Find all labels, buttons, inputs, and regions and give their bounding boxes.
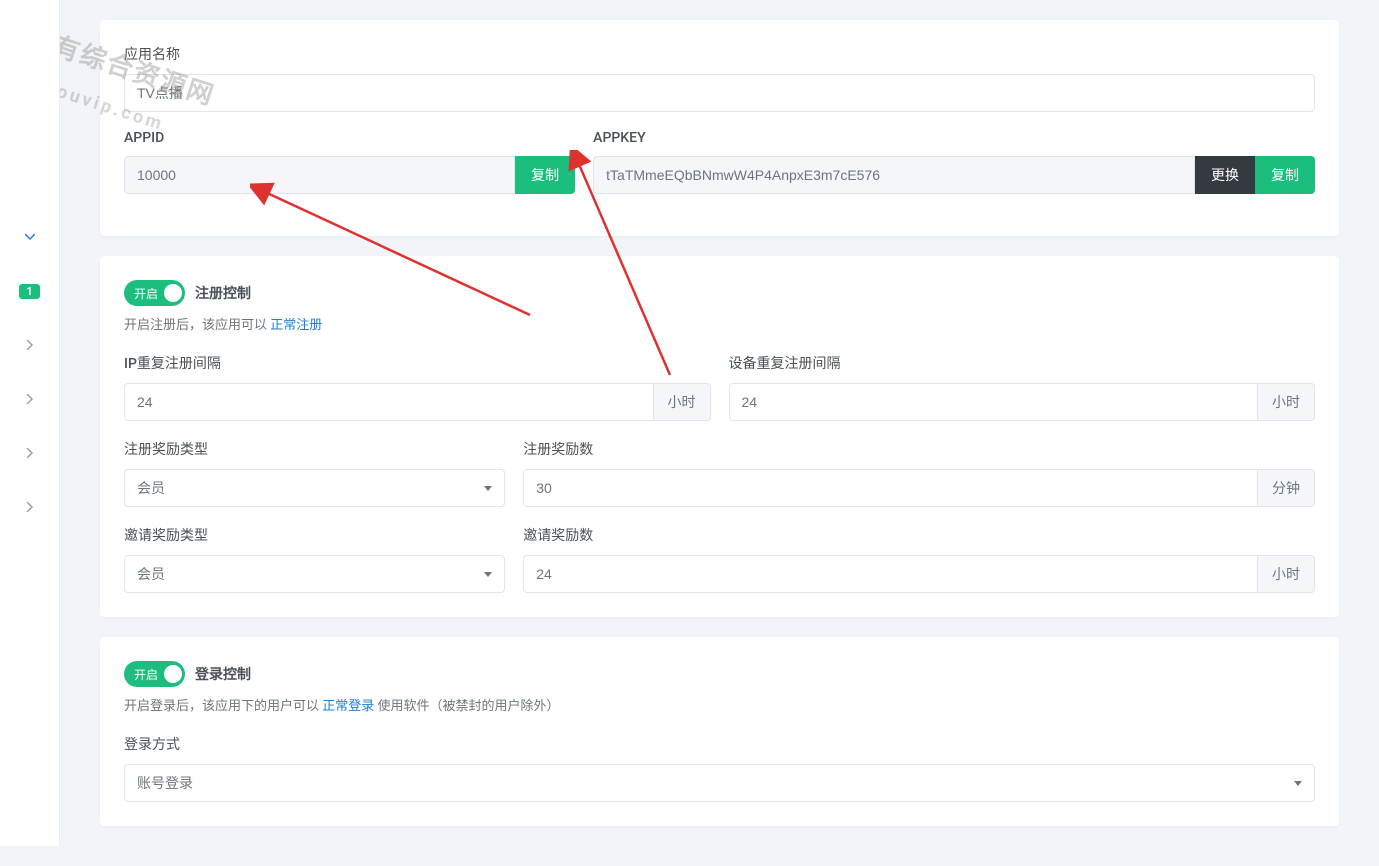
ip-interval-unit: 小时 bbox=[654, 383, 711, 421]
invite-count-label: 邀请奖励数 bbox=[523, 525, 1315, 545]
device-interval-label: 设备重复注册间隔 bbox=[729, 353, 1316, 373]
login-hint-suffix: 使用软件（被禁封的用户除外） bbox=[374, 699, 559, 714]
invite-type-label: 邀请奖励类型 bbox=[124, 525, 505, 545]
chevron-right-icon bbox=[25, 394, 35, 404]
device-interval-unit: 小时 bbox=[1258, 383, 1315, 421]
appid-label: APPID bbox=[124, 130, 575, 146]
register-toggle[interactable]: 开启 bbox=[124, 280, 185, 306]
change-appkey-button[interactable]: 更换 bbox=[1195, 156, 1255, 194]
chevron-right-icon bbox=[25, 448, 35, 458]
invite-count-input[interactable] bbox=[523, 555, 1258, 593]
toggle-on-label: 开启 bbox=[134, 666, 158, 683]
login-toggle[interactable]: 开启 bbox=[124, 661, 185, 687]
appid-input[interactable] bbox=[124, 156, 515, 194]
sidebar-item-menu3[interactable] bbox=[0, 426, 59, 480]
login-hint: 开启登录后，该应用下的用户可以 正常登录 使用软件（被禁封的用户除外） bbox=[124, 695, 1315, 714]
sidebar-item-menu1[interactable] bbox=[0, 318, 59, 372]
login-hint-prefix: 开启登录后，该应用下的用户可以 bbox=[124, 699, 322, 714]
toggle-knob bbox=[164, 284, 182, 302]
login-control-card: 开启 登录控制 开启登录后，该应用下的用户可以 正常登录 使用软件（被禁封的用户… bbox=[100, 637, 1339, 826]
login-method-select[interactable]: 账号登录 bbox=[124, 764, 1315, 802]
toggle-on-label: 开启 bbox=[134, 285, 158, 302]
notification-badge: 1 bbox=[19, 284, 39, 299]
register-hint-prefix: 开启注册后，该应用可以 bbox=[124, 318, 270, 333]
app-info-card: 应用名称 APPID 复制 APPKEY 更换 复制 bbox=[100, 20, 1339, 236]
register-control-card: 开启 注册控制 开启注册后，该应用可以 正常注册 IP重复注册间隔 小时 设备重… bbox=[100, 256, 1339, 617]
main-content: 应用名称 APPID 复制 APPKEY 更换 复制 bbox=[60, 0, 1379, 866]
copy-appid-button[interactable]: 复制 bbox=[515, 156, 575, 194]
device-interval-input[interactable] bbox=[729, 383, 1259, 421]
login-method-label: 登录方式 bbox=[124, 734, 1315, 754]
sidebar-item-expand[interactable] bbox=[0, 210, 59, 264]
copy-appkey-button[interactable]: 复制 bbox=[1255, 156, 1315, 194]
appkey-input[interactable] bbox=[593, 156, 1195, 194]
chevron-down-icon bbox=[25, 232, 35, 242]
sidebar: 1 bbox=[0, 0, 60, 846]
register-hint: 开启注册后，该应用可以 正常注册 bbox=[124, 314, 1315, 333]
reward-count-label: 注册奖励数 bbox=[523, 439, 1315, 459]
register-hint-link[interactable]: 正常注册 bbox=[270, 318, 322, 333]
sidebar-item-menu2[interactable] bbox=[0, 372, 59, 426]
toggle-knob bbox=[164, 665, 182, 683]
sidebar-item-menu4[interactable] bbox=[0, 480, 59, 534]
app-name-input[interactable] bbox=[124, 74, 1315, 112]
app-name-label: 应用名称 bbox=[124, 44, 1315, 64]
chevron-right-icon bbox=[25, 340, 35, 350]
ip-interval-input[interactable] bbox=[124, 383, 654, 421]
login-section-title: 登录控制 bbox=[195, 664, 251, 684]
reward-type-select[interactable]: 会员 bbox=[124, 469, 505, 507]
chevron-right-icon bbox=[25, 502, 35, 512]
invite-count-unit: 小时 bbox=[1258, 555, 1315, 593]
reward-count-unit: 分钟 bbox=[1258, 469, 1315, 507]
reward-type-label: 注册奖励类型 bbox=[124, 439, 505, 459]
register-section-title: 注册控制 bbox=[195, 283, 251, 303]
invite-type-select[interactable]: 会员 bbox=[124, 555, 505, 593]
login-hint-link[interactable]: 正常登录 bbox=[322, 699, 374, 714]
reward-count-input[interactable] bbox=[523, 469, 1258, 507]
ip-interval-label: IP重复注册间隔 bbox=[124, 353, 711, 373]
sidebar-item-badge[interactable]: 1 bbox=[0, 264, 59, 318]
appkey-label: APPKEY bbox=[593, 130, 1315, 146]
